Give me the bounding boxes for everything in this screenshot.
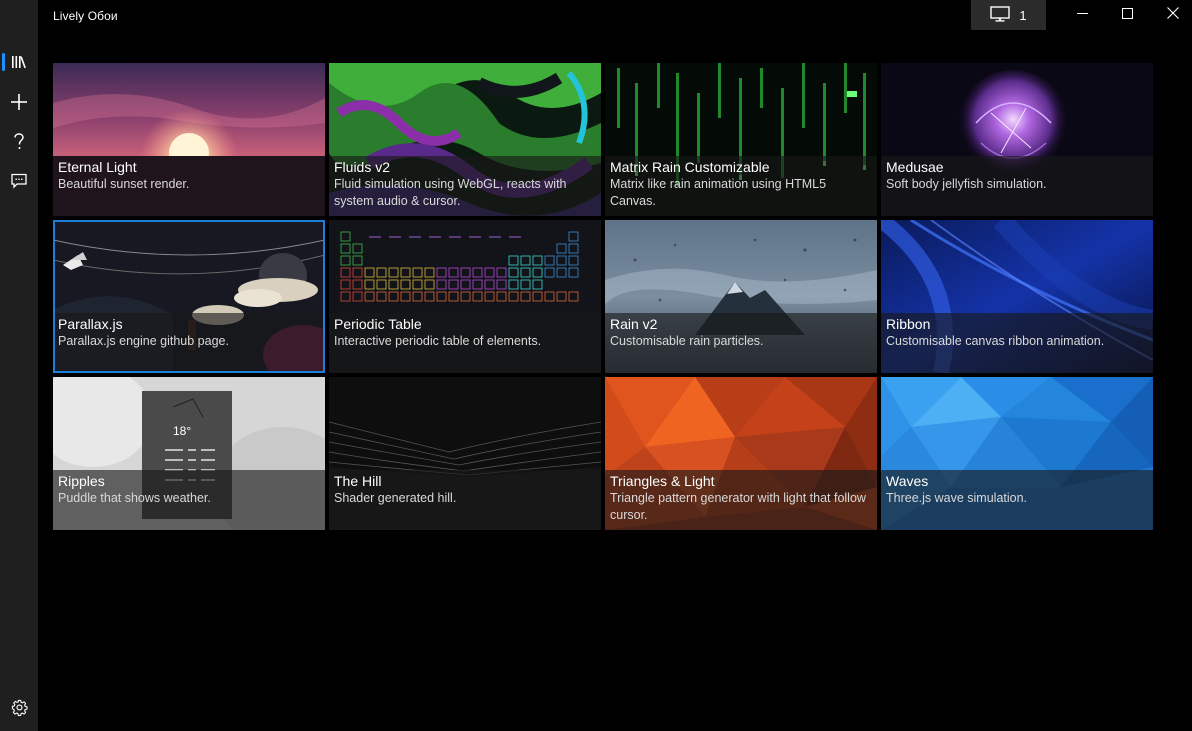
- title-bar: Lively Обои 1: [38, 0, 1192, 32]
- tile-description: Parallax.js engine github page.: [58, 334, 229, 348]
- nav-help-button[interactable]: [0, 122, 38, 160]
- tile-title: Matrix Rain Customizable: [610, 159, 770, 175]
- wallpaper-tile-waves[interactable]: Waves Three.js wave simulation.: [881, 377, 1153, 530]
- tile-title: Ripples: [58, 473, 105, 489]
- library-icon: [11, 55, 27, 69]
- monitor-icon: [990, 5, 1011, 25]
- nav-library-button[interactable]: [0, 43, 38, 81]
- tile-title: Ribbon: [886, 316, 931, 332]
- monitor-count: 1: [1019, 7, 1027, 23]
- minimize-icon: [1076, 6, 1088, 24]
- wallpaper-tile-parallax-js[interactable]: Parallax.js Parallax.js engine github pa…: [53, 220, 325, 373]
- wallpaper-tile-ripples[interactable]: 18° Ripples Puddle that shows weather.: [53, 377, 325, 530]
- wallpaper-grid: Eternal Light Beautiful sunset render. F…: [53, 63, 1153, 530]
- tile-title: Medusae: [886, 159, 944, 175]
- tile-description: Soft body jellyfish simulation.: [886, 177, 1047, 191]
- tile-description: Matrix like rain animation using HTML5 C…: [610, 177, 827, 208]
- tile-description: Shader generated hill.: [334, 491, 457, 505]
- wallpaper-tile-matrix-rain[interactable]: Matrix Rain Customizable Matrix like rai…: [605, 63, 877, 216]
- wallpaper-tile-periodic-table[interactable]: Periodic Table Interactive periodic tabl…: [329, 220, 601, 373]
- nav-add-wallpaper-button[interactable]: [0, 83, 38, 121]
- tile-caption: Fluids v2 Fluid simulation using WebGL, …: [329, 156, 601, 216]
- feedback-icon: [11, 173, 27, 189]
- tile-title: Periodic Table: [334, 316, 422, 332]
- tile-description: Puddle that shows weather.: [58, 491, 211, 505]
- ripples-temperature: 18°: [173, 424, 191, 438]
- minimize-button[interactable]: [1059, 0, 1105, 30]
- tile-title: Triangles & Light: [610, 473, 715, 489]
- tile-title: Fluids v2: [334, 159, 391, 175]
- question-icon: [13, 132, 25, 150]
- wallpaper-tile-triangles-light[interactable]: Triangles & Light Triangle pattern gener…: [605, 377, 877, 530]
- tile-caption: Matrix Rain Customizable Matrix like rai…: [605, 156, 877, 216]
- wallpaper-tile-medusae[interactable]: Medusae Soft body jellyfish simulation.: [881, 63, 1153, 216]
- tile-caption: Parallax.js Parallax.js engine github pa…: [53, 313, 325, 373]
- wallpaper-tile-rain-v2[interactable]: Rain v2 Customisable rain particles.: [605, 220, 877, 373]
- close-icon: [1167, 6, 1179, 24]
- gear-icon: [11, 699, 28, 716]
- wallpaper-tile-ribbon[interactable]: Ribbon Customisable canvas ribbon animat…: [881, 220, 1153, 373]
- tile-title: Parallax.js: [58, 316, 123, 332]
- tile-caption: The Hill Shader generated hill.: [329, 470, 601, 530]
- tile-caption: Periodic Table Interactive periodic tabl…: [329, 313, 601, 373]
- tile-caption: Medusae Soft body jellyfish simulation.: [881, 156, 1153, 216]
- app-window: Lively Обои 1 Eternal Light Beautiful su…: [0, 0, 1192, 731]
- maximize-icon: [1121, 6, 1133, 24]
- tile-description: Interactive periodic table of elements.: [334, 334, 542, 348]
- maximize-button[interactable]: [1104, 0, 1150, 30]
- wallpaper-tile-fluids-v2[interactable]: Fluids v2 Fluid simulation using WebGL, …: [329, 63, 601, 216]
- tile-title: The Hill: [334, 473, 382, 489]
- tile-title: Rain v2: [610, 316, 658, 332]
- tile-caption: Ribbon Customisable canvas ribbon animat…: [881, 313, 1153, 373]
- tile-caption: Triangles & Light Triangle pattern gener…: [605, 470, 877, 530]
- tile-caption: Waves Three.js wave simulation.: [881, 470, 1153, 530]
- tile-description: Customisable canvas ribbon animation.: [886, 334, 1105, 348]
- monitor-select-button[interactable]: 1: [971, 0, 1046, 30]
- tile-caption: Rain v2 Customisable rain particles.: [605, 313, 877, 373]
- tile-description: Fluid simulation using WebGL, reacts wit…: [334, 177, 567, 208]
- nav-feedback-button[interactable]: [0, 162, 38, 200]
- navigation-rail: [0, 0, 38, 731]
- close-button[interactable]: [1150, 0, 1192, 30]
- tile-caption: Ripples Puddle that shows weather.: [53, 470, 325, 530]
- tile-description: Triangle pattern generator with light th…: [610, 491, 866, 522]
- tile-description: Beautiful sunset render.: [58, 177, 190, 191]
- wallpaper-tile-the-hill[interactable]: The Hill Shader generated hill.: [329, 377, 601, 530]
- tile-description: Three.js wave simulation.: [886, 491, 1028, 505]
- tile-title: Waves: [886, 473, 929, 489]
- wallpaper-tile-eternal-light[interactable]: Eternal Light Beautiful sunset render.: [53, 63, 325, 216]
- nav-settings-button[interactable]: [0, 688, 38, 726]
- app-title: Lively Обои: [53, 9, 118, 23]
- tile-description: Customisable rain particles.: [610, 334, 764, 348]
- tile-caption: Eternal Light Beautiful sunset render.: [53, 156, 325, 216]
- tile-title: Eternal Light: [58, 159, 137, 175]
- plus-icon: [10, 93, 28, 111]
